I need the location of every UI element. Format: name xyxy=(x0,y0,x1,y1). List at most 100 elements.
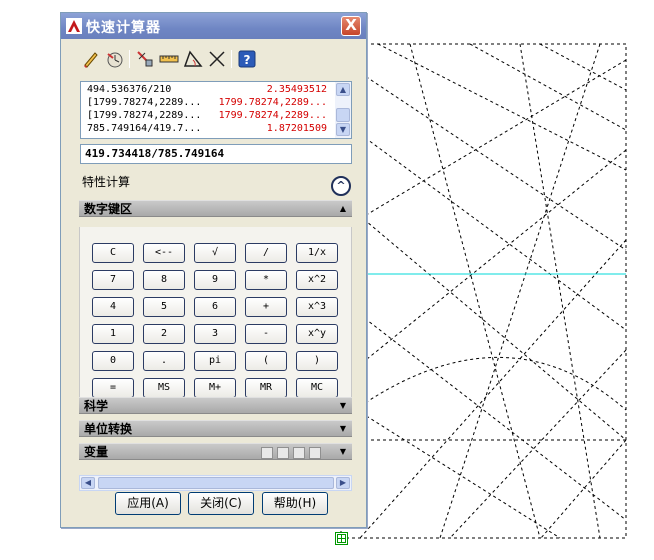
key-clear[interactable]: C xyxy=(92,243,134,263)
quick-calc-palette: 快速计算器 X ? 494.536376/210 2.35493512 [179… xyxy=(60,12,367,528)
scroll-thumb[interactable] xyxy=(98,477,334,489)
key-cube[interactable]: x^3 xyxy=(296,297,338,317)
delete-variable-icon[interactable] xyxy=(293,447,305,459)
intersection-icon[interactable] xyxy=(207,49,227,69)
expand-icon[interactable]: ▼ xyxy=(340,444,346,460)
key-backspace[interactable]: <-- xyxy=(143,243,185,263)
section-label: 单位转换 xyxy=(84,422,133,436)
close-dialog-button[interactable]: 关闭(C) xyxy=(188,492,254,515)
section-label: 数字键区 xyxy=(84,202,133,216)
key-8[interactable]: 8 xyxy=(143,270,185,290)
dashed-line xyxy=(359,239,627,539)
key-open-paren[interactable]: ( xyxy=(245,351,287,371)
angle-icon[interactable] xyxy=(183,49,203,69)
history-expression: 785.749164/419.7... xyxy=(87,123,202,134)
scroll-down-icon[interactable]: ▼ xyxy=(336,123,350,136)
key-plus[interactable]: + xyxy=(245,297,287,317)
section-science[interactable]: 科学 ▼ xyxy=(79,397,352,414)
key-4[interactable]: 4 xyxy=(92,297,134,317)
history-row[interactable]: [1799.78274,2289... 1799.78274,2289... xyxy=(87,96,335,109)
scroll-up-icon[interactable]: ▲ xyxy=(336,83,350,96)
autocad-logo-icon xyxy=(66,18,82,34)
key-memory-add[interactable]: M+ xyxy=(194,378,236,398)
key-power[interactable]: x^y xyxy=(296,324,338,344)
svg-text:?: ? xyxy=(244,53,251,67)
get-coordinates-icon[interactable] xyxy=(135,49,155,69)
numeric-keypad: C <-- √ / 1/x 7 8 9 * x^2 4 5 6 + x^3 1 … xyxy=(79,227,352,403)
key-pi[interactable]: pi xyxy=(194,351,236,371)
toolbar: ? xyxy=(77,49,317,71)
key-memory-recall[interactable]: MR xyxy=(245,378,287,398)
key-multiply[interactable]: * xyxy=(245,270,287,290)
history-scrollbar[interactable]: ▲ ▼ xyxy=(335,82,351,138)
dashed-line xyxy=(340,119,627,331)
title-bar[interactable]: 快速计算器 X xyxy=(61,13,366,39)
expand-icon[interactable]: ▼ xyxy=(340,398,346,414)
calculator-icon[interactable] xyxy=(309,447,321,459)
history-expression: [1799.78274,2289... xyxy=(87,110,202,121)
dashed-line xyxy=(449,349,627,539)
history-result: 1.87201509 xyxy=(266,123,327,134)
apply-button[interactable]: 应用(A) xyxy=(115,492,181,515)
selection-boundary xyxy=(340,43,627,539)
key-memory-store[interactable]: MS xyxy=(143,378,185,398)
key-decimal[interactable]: . xyxy=(143,351,185,371)
key-minus[interactable]: - xyxy=(245,324,287,344)
scroll-thumb[interactable] xyxy=(336,108,350,122)
horizontal-scrollbar[interactable]: ◀ ▶ xyxy=(79,475,352,491)
collapse-icon[interactable]: ▲ xyxy=(340,201,346,217)
dashed-line xyxy=(519,43,601,539)
key-reciprocal[interactable]: 1/x xyxy=(296,243,338,263)
grip-icon[interactable] xyxy=(335,532,348,545)
key-memory-clear[interactable]: MC xyxy=(296,378,338,398)
edit-variable-icon[interactable] xyxy=(277,447,289,459)
section-numpad[interactable]: 数字键区 ▲ xyxy=(79,200,352,217)
history-row[interactable]: 785.749164/419.7... 1.87201509 xyxy=(87,122,335,135)
key-sqrt[interactable]: √ xyxy=(194,243,236,263)
key-equals[interactable]: = xyxy=(92,378,134,398)
key-9[interactable]: 9 xyxy=(194,270,236,290)
help-button[interactable]: 帮助(H) xyxy=(262,492,328,515)
history-expression: [1799.78274,2289... xyxy=(87,97,202,108)
dashed-line xyxy=(340,59,627,231)
help-icon[interactable]: ? xyxy=(237,49,257,69)
key-square[interactable]: x^2 xyxy=(296,270,338,290)
expand-icon[interactable]: ^ xyxy=(331,176,351,196)
window-title: 快速计算器 xyxy=(86,20,161,36)
dashed-line xyxy=(340,59,627,251)
scroll-left-icon[interactable]: ◀ xyxy=(81,477,95,489)
history-result: 1799.78274,2289... xyxy=(218,97,327,108)
key-close-paren[interactable]: ) xyxy=(296,351,338,371)
close-button[interactable]: X xyxy=(341,16,361,36)
new-variable-icon[interactable] xyxy=(261,447,273,459)
section-variables[interactable]: 变量 ▼ xyxy=(79,443,352,460)
toolbar-separator xyxy=(231,50,232,68)
toolbar-separator xyxy=(129,50,130,68)
section-label: 科学 xyxy=(84,399,109,413)
dashed-line xyxy=(340,399,561,539)
key-3[interactable]: 3 xyxy=(194,324,236,344)
history-row[interactable]: [1799.78274,2289... 1799.78274,2289... xyxy=(87,109,335,122)
history-area[interactable]: 494.536376/210 2.35493512 [1799.78274,22… xyxy=(80,81,352,139)
history-result: 2.35493512 xyxy=(266,84,327,95)
distance-icon[interactable] xyxy=(159,49,179,69)
key-6[interactable]: 6 xyxy=(194,297,236,317)
history-row[interactable]: 494.536376/210 2.35493512 xyxy=(87,83,335,96)
key-1[interactable]: 1 xyxy=(92,324,134,344)
dashed-line xyxy=(340,299,627,521)
scroll-right-icon[interactable]: ▶ xyxy=(336,477,350,489)
key-7[interactable]: 7 xyxy=(92,270,134,290)
clear-history-icon[interactable] xyxy=(105,49,125,69)
dashed-line xyxy=(469,43,627,131)
dashed-line xyxy=(539,43,627,91)
key-5[interactable]: 5 xyxy=(143,297,185,317)
expression-input[interactable]: 419.734418/785.749164 xyxy=(80,144,352,164)
clear-icon[interactable] xyxy=(81,49,101,69)
property-calc-label: 特性计算 xyxy=(82,175,131,189)
key-0[interactable]: 0 xyxy=(92,351,134,371)
expand-icon[interactable]: ▼ xyxy=(340,421,346,437)
key-2[interactable]: 2 xyxy=(143,324,185,344)
history-result: 1799.78274,2289... xyxy=(218,110,327,121)
section-unit-conversion[interactable]: 单位转换 ▼ xyxy=(79,420,352,437)
key-divide[interactable]: / xyxy=(245,243,287,263)
